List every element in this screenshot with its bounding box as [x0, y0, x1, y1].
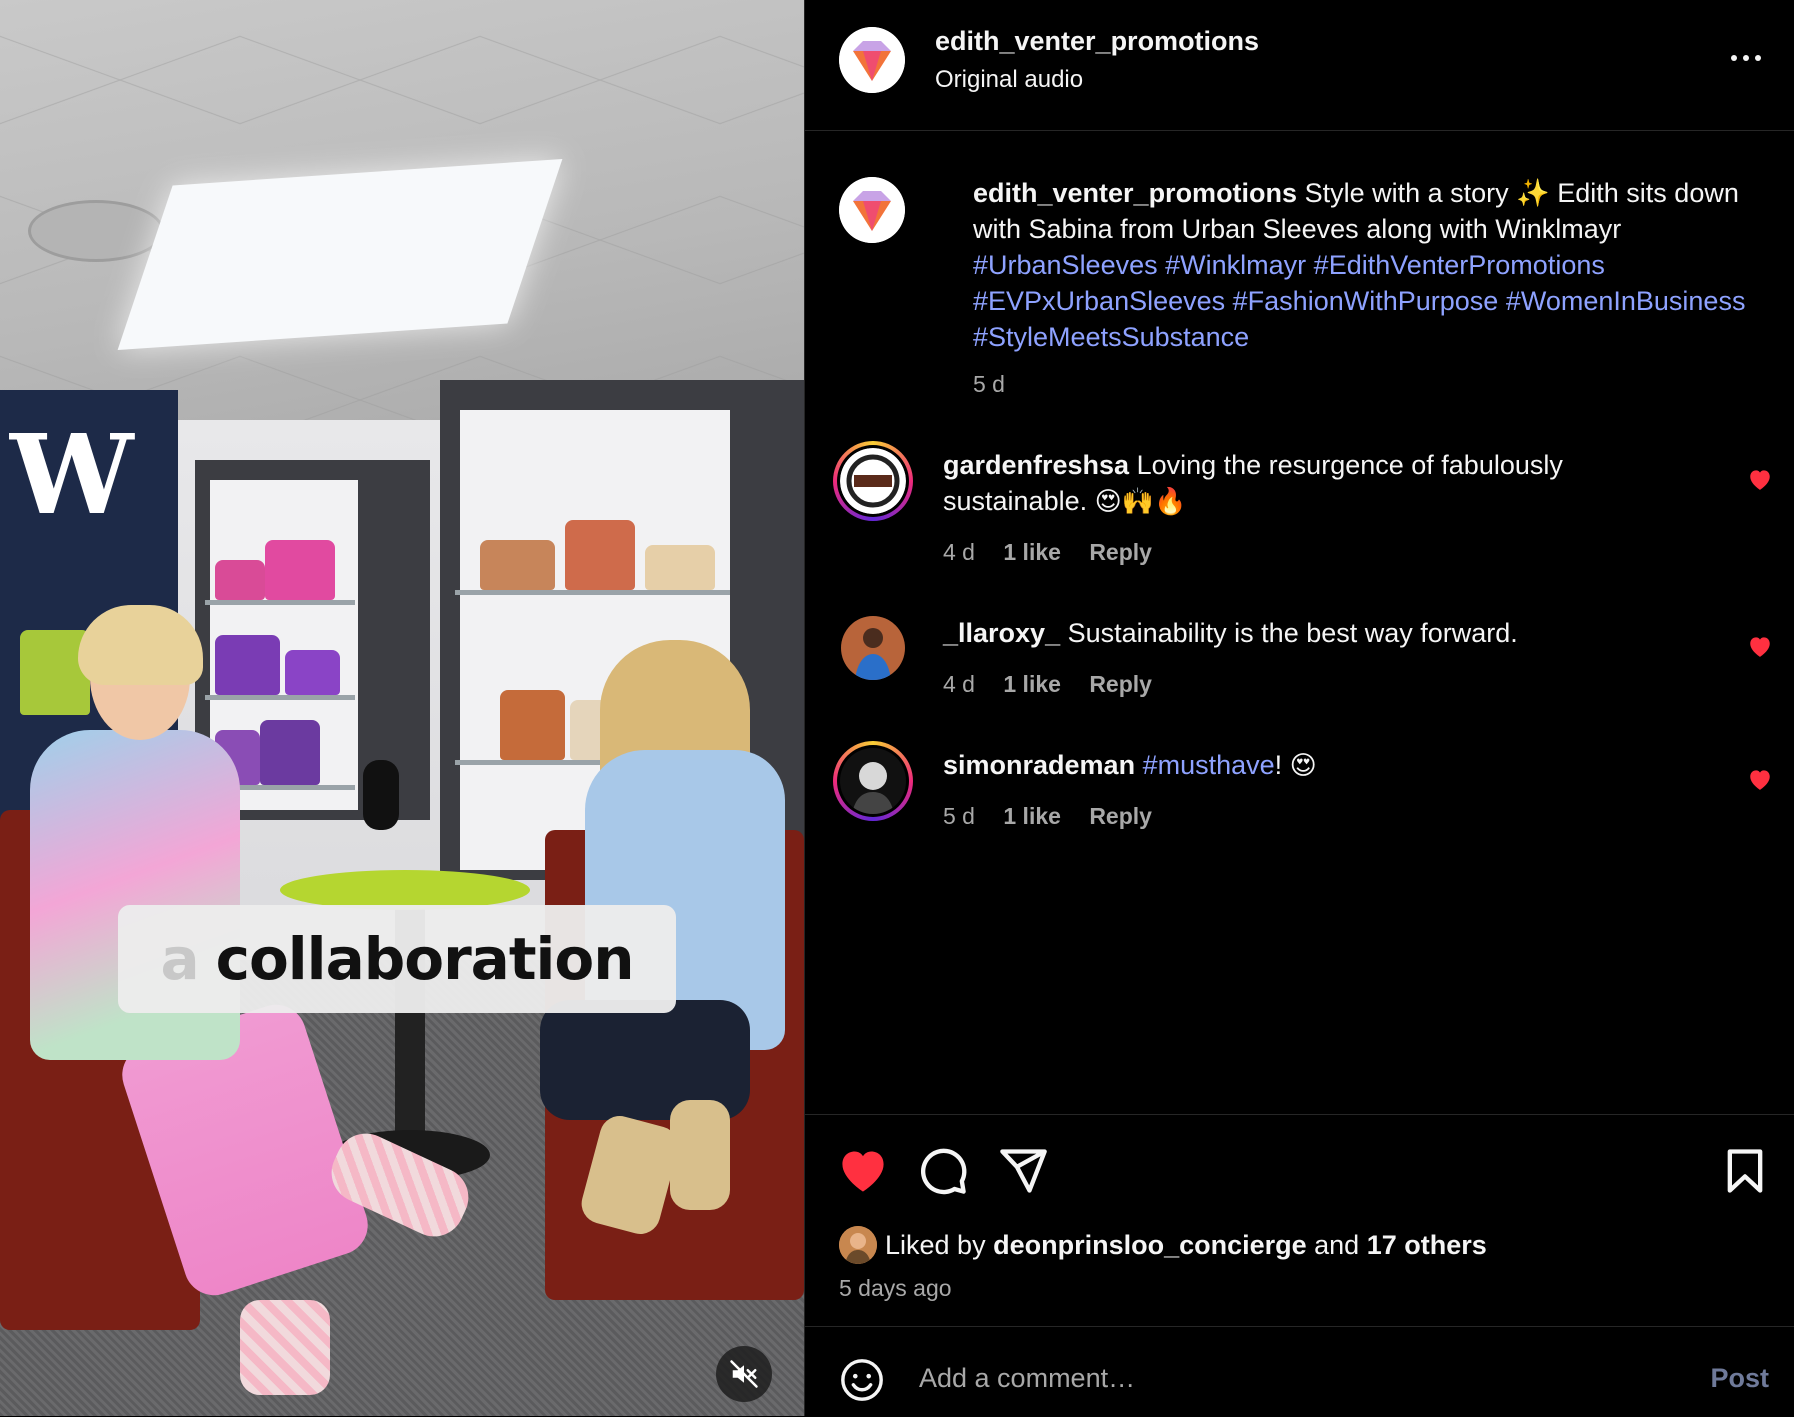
commenter-avatar[interactable] — [841, 616, 905, 680]
heart-filled-icon[interactable] — [837, 1145, 889, 1197]
liker-avatar[interactable] — [839, 1226, 877, 1264]
comment-input[interactable] — [917, 1349, 1621, 1407]
diamond-logo-icon — [839, 27, 905, 93]
mute-button[interactable] — [716, 1346, 772, 1402]
hashtag-link[interactable]: #StyleMeetsSubstance — [973, 322, 1249, 352]
comment-like-count[interactable]: 1 like — [1003, 539, 1061, 565]
post-comment-button[interactable]: Post — [1710, 1363, 1769, 1394]
comment-item: gardenfreshsa Loving the resurgence of f… — [833, 441, 1773, 565]
reply-button[interactable]: Reply — [1089, 803, 1152, 829]
comment-meta: 5 d 1 like Reply — [943, 803, 1152, 830]
bag — [260, 720, 320, 785]
speaker-muted-icon — [730, 1360, 758, 1388]
ceiling-vent — [28, 200, 164, 262]
microphone — [363, 760, 399, 830]
comment-username[interactable]: _llaroxy_ — [943, 618, 1060, 648]
caption-timestamp[interactable]: 5 d — [973, 371, 1005, 398]
comment-bubble-icon[interactable] — [917, 1145, 969, 1197]
comment-timestamp[interactable]: 4 d — [943, 539, 975, 565]
comment-text: simonrademan #musthave! 😍 — [943, 750, 1317, 781]
reply-button[interactable]: Reply — [1089, 539, 1152, 565]
emoji-glyphs: 😍 — [1289, 751, 1317, 781]
hashtag-link[interactable]: #EdithVenterPromotions — [1314, 250, 1605, 280]
hashtag-link[interactable]: #musthave — [1143, 750, 1275, 780]
caption-avatar[interactable] — [839, 177, 905, 243]
emoji-glyphs: 😍🙌🔥 — [1094, 487, 1187, 517]
comment-username[interactable]: simonrademan — [943, 750, 1135, 780]
others-likes-link[interactable]: 17 others — [1367, 1230, 1487, 1261]
bag — [285, 650, 340, 695]
comment-text: gardenfreshsa Loving the resurgence of f… — [943, 450, 1563, 517]
bag — [500, 690, 565, 760]
caption-username[interactable]: edith_venter_promotions — [973, 178, 1297, 208]
bookmark-icon[interactable] — [1719, 1145, 1771, 1197]
reply-button[interactable]: Reply — [1089, 671, 1152, 697]
bag — [645, 545, 715, 590]
audio-label[interactable]: Original audio — [935, 66, 1083, 94]
bag — [215, 560, 265, 600]
hashtag-link[interactable]: #EVPxUrbanSleeves — [973, 286, 1225, 316]
comment-username[interactable]: gardenfreshsa — [943, 450, 1129, 480]
bag — [265, 540, 335, 600]
author-username[interactable]: edith_venter_promotions — [935, 26, 1259, 57]
author-avatar[interactable] — [839, 27, 905, 93]
bag — [480, 540, 555, 590]
comment-like-count[interactable]: 1 like — [1003, 671, 1061, 697]
comment-timestamp[interactable]: 5 d — [943, 803, 975, 829]
dot-icon — [1755, 55, 1761, 61]
comment-meta: 4 d 1 like Reply — [943, 539, 1152, 566]
user-photo-icon — [839, 1226, 877, 1264]
user-photo-icon — [841, 616, 905, 680]
video-caption-overlay: a collaboration — [118, 905, 676, 1013]
caption-word: collaboration — [215, 925, 635, 993]
post-detail-panel: edith_venter_promotions Original audio e… — [804, 0, 1794, 1416]
hashtag-link[interactable]: #FashionWithPurpose — [1233, 286, 1499, 316]
comment-item: _llaroxy_ Sustainability is the best way… — [833, 616, 1773, 706]
heart-filled-icon[interactable] — [1747, 634, 1773, 658]
commenter-avatar — [840, 748, 906, 814]
post-actions: Liked by deonprinsloo_concierge and 17 o… — [805, 1114, 1794, 1321]
emoji-icon[interactable] — [839, 1357, 885, 1403]
paper-plane-icon[interactable] — [997, 1145, 1049, 1197]
gardenfresh-logo-icon — [840, 448, 906, 514]
user-photo-icon — [840, 748, 906, 814]
dot-icon — [1743, 55, 1749, 61]
comment-text: _llaroxy_ Sustainability is the best way… — [943, 618, 1518, 648]
comment-timestamp[interactable]: 4 d — [943, 671, 975, 697]
commenter-avatar — [840, 448, 906, 514]
caption-ghost-word: a — [160, 925, 200, 993]
add-comment-bar: Post — [805, 1326, 1794, 1417]
person-left-hair — [78, 605, 203, 685]
hashtag-link[interactable]: #WomenInBusiness — [1506, 286, 1746, 316]
table — [280, 870, 530, 910]
ceiling-light — [117, 158, 563, 351]
post-header: edith_venter_promotions Original audio — [805, 0, 1794, 131]
comment-like-count[interactable]: 1 like — [1003, 803, 1061, 829]
reel-video[interactable]: W a collaboration — [0, 0, 804, 1416]
diamond-logo-icon — [839, 177, 905, 243]
bag — [565, 520, 635, 590]
more-options-button[interactable] — [1721, 40, 1771, 76]
hashtag-link[interactable]: #UrbanSleeves — [973, 250, 1158, 280]
comment-meta: 4 d 1 like Reply — [943, 671, 1152, 698]
story-ring[interactable] — [833, 441, 913, 521]
hashtag-link[interactable]: #Winklmayr — [1165, 250, 1306, 280]
bag — [215, 635, 280, 695]
comment-item: simonrademan #musthave! 😍 5 d 1 like Rep… — [833, 741, 1773, 841]
story-ring[interactable] — [833, 741, 913, 821]
heart-filled-icon[interactable] — [1747, 467, 1773, 491]
heart-filled-icon[interactable] — [1747, 767, 1773, 791]
dot-icon — [1731, 55, 1737, 61]
post-date[interactable]: 5 days ago — [839, 1275, 952, 1302]
liked-by-summary: Liked by deonprinsloo_concierge and 17 o… — [839, 1225, 1487, 1265]
liker-username[interactable]: deonprinsloo_concierge — [993, 1230, 1307, 1261]
caption-text: edith_venter_promotions Style with a sto… — [973, 175, 1773, 355]
banner-logo: W — [10, 410, 133, 539]
